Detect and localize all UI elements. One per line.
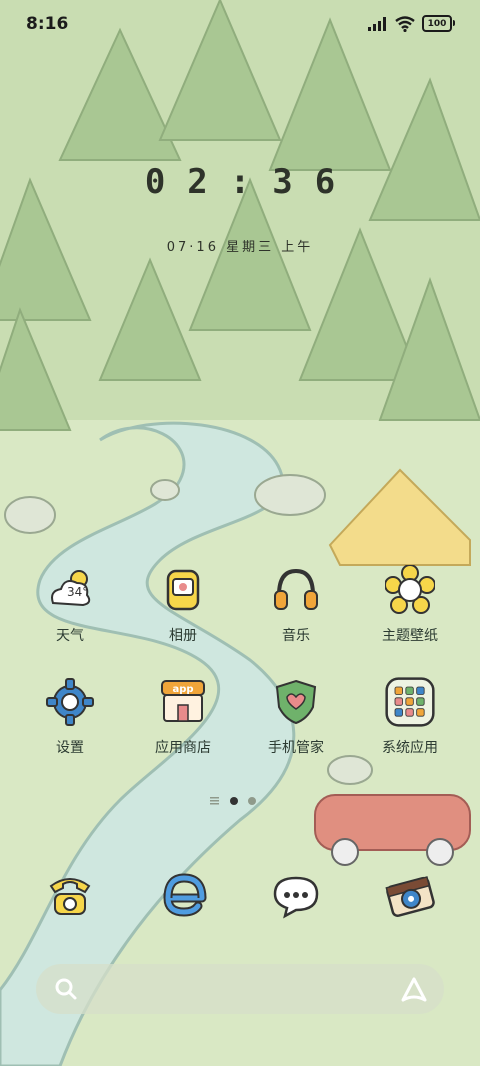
store-sign-text: app bbox=[172, 684, 193, 695]
wifi-icon bbox=[395, 15, 415, 32]
page-dot-active[interactable] bbox=[230, 797, 238, 805]
battery-icon: 100 bbox=[422, 15, 455, 32]
chat-bubble-icon bbox=[271, 870, 321, 920]
app-settings-label: 设置 bbox=[56, 740, 84, 756]
search-icon bbox=[55, 978, 77, 1000]
status-time: 8:16 bbox=[26, 14, 69, 34]
app-music-label: 音乐 bbox=[282, 628, 310, 644]
dock bbox=[0, 870, 480, 930]
album-icon bbox=[158, 565, 208, 615]
signal-icon bbox=[368, 16, 386, 31]
browser-e-icon bbox=[158, 870, 208, 920]
clock-date: 07·16 星期三 上午 bbox=[166, 240, 314, 255]
app-store-label: 应用商店 bbox=[155, 740, 211, 756]
app-store[interactable]: app 应用商店 bbox=[128, 677, 238, 757]
dock-phone[interactable] bbox=[15, 870, 125, 920]
gear-icon bbox=[45, 677, 95, 727]
app-phone-manager[interactable]: 手机管家 bbox=[241, 677, 351, 757]
app-system-apps[interactable]: 系统应用 bbox=[355, 677, 465, 757]
app-music[interactable]: 音乐 bbox=[241, 565, 351, 645]
app-weather-label: 天气 bbox=[56, 628, 84, 644]
dock-browser[interactable] bbox=[128, 870, 238, 920]
flower-icon bbox=[385, 565, 435, 615]
dock-messages[interactable] bbox=[241, 870, 351, 920]
assistant-icon[interactable] bbox=[400, 976, 428, 1004]
weather-temperature: 34° bbox=[67, 585, 89, 599]
app-themes[interactable]: 主题壁纸 bbox=[355, 565, 465, 645]
clock-time[interactable]: 02:36 bbox=[0, 162, 480, 202]
app-phone-manager-label: 手机管家 bbox=[268, 740, 324, 756]
status-bar: 8:16 100 bbox=[0, 0, 480, 50]
shield-heart-icon bbox=[271, 677, 321, 727]
app-weather[interactable]: 34° 天气 bbox=[15, 565, 125, 645]
battery-level: 100 bbox=[427, 18, 447, 29]
telephone-icon bbox=[45, 870, 95, 920]
page-dot[interactable] bbox=[248, 797, 256, 805]
camera-icon bbox=[385, 870, 435, 920]
page-indicator[interactable] bbox=[210, 797, 256, 805]
dock-camera[interactable] bbox=[355, 870, 465, 920]
store-icon: app bbox=[158, 677, 208, 727]
status-icons: 100 bbox=[368, 15, 455, 32]
app-themes-label: 主题壁纸 bbox=[382, 628, 438, 644]
app-album-label: 相册 bbox=[169, 628, 197, 644]
app-grid-icon bbox=[385, 677, 435, 727]
headphones-icon bbox=[271, 565, 321, 615]
app-album[interactable]: 相册 bbox=[128, 565, 238, 645]
menu-lines-icon bbox=[210, 797, 219, 805]
app-settings[interactable]: 设置 bbox=[15, 677, 125, 757]
app-system-apps-label: 系统应用 bbox=[382, 740, 438, 756]
search-bar[interactable] bbox=[36, 964, 444, 1014]
